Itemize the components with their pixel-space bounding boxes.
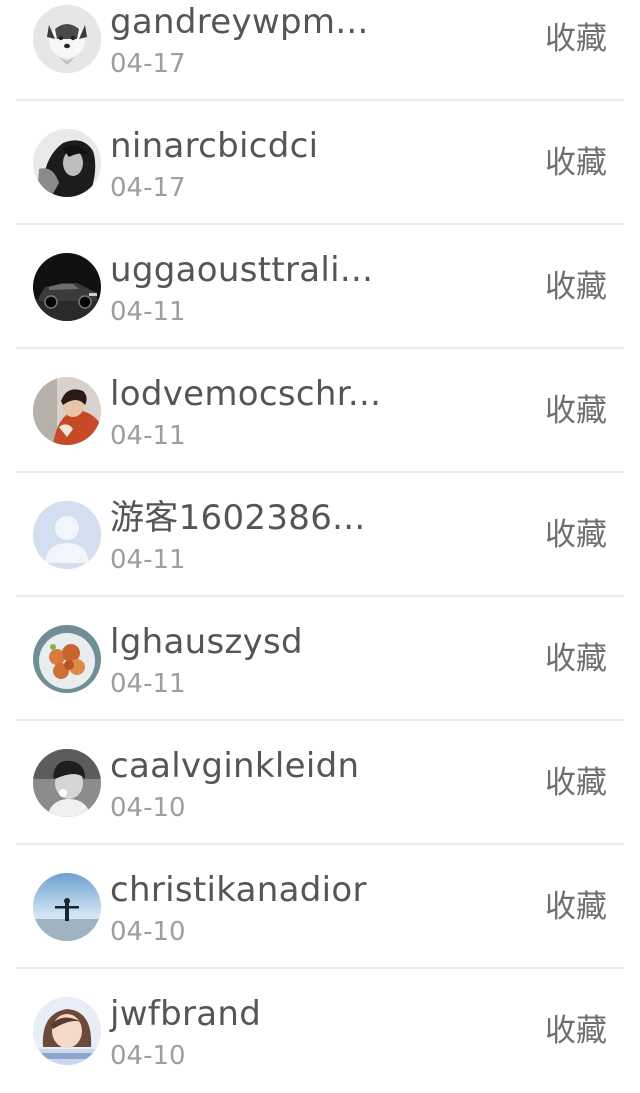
person-avatar[interactable] (33, 377, 101, 445)
user-name[interactable]: gandreywpm... (110, 1, 369, 43)
boy-bw-avatar[interactable] (33, 749, 101, 817)
girl-avatar[interactable] (33, 997, 101, 1065)
item-date: 04-11 (110, 545, 186, 575)
dog-avatar[interactable] (33, 5, 101, 73)
item-date: 04-11 (110, 421, 186, 451)
item-date: 04-11 (110, 297, 186, 327)
item-date: 04-10 (110, 1041, 186, 1071)
user-name[interactable]: jwfbrand (110, 993, 261, 1035)
list-item[interactable]: 游客1602386... 04-11 收藏 (0, 473, 640, 597)
favorite-button[interactable]: 收藏 (545, 515, 607, 555)
sky-figure-avatar[interactable] (33, 873, 101, 941)
favorite-button[interactable]: 收藏 (545, 763, 607, 803)
car-avatar[interactable] (33, 253, 101, 321)
list-item[interactable]: uggaousttrali... 04-11 收藏 (0, 225, 640, 349)
list-item[interactable]: ninarcbicdci 04-17 收藏 (0, 101, 640, 225)
user-name[interactable]: lodvemocschr... (110, 373, 381, 415)
item-date: 04-10 (110, 793, 186, 823)
item-date: 04-10 (110, 917, 186, 947)
list-item[interactable]: caalvginkleidn 04-10 收藏 (0, 721, 640, 845)
favorite-button[interactable]: 收藏 (545, 391, 607, 431)
food-avatar[interactable] (33, 625, 101, 693)
favorite-button[interactable]: 收藏 (545, 143, 607, 183)
list-item[interactable]: lghauszysd 04-11 收藏 (0, 597, 640, 721)
favorite-button[interactable]: 收藏 (545, 19, 607, 59)
user-name[interactable]: uggaousttrali... (110, 249, 373, 291)
user-name[interactable]: christikanadior (110, 869, 367, 911)
list-item[interactable]: gandreywpm... 04-17 收藏 (0, 0, 640, 101)
user-name[interactable]: caalvginkleidn (110, 745, 359, 787)
favorite-button[interactable]: 收藏 (545, 267, 607, 307)
follower-list: gandreywpm... 04-17 收藏 ninarcbicdci 04-1… (0, 0, 640, 1093)
user-name[interactable]: ninarcbicdci (110, 125, 318, 167)
favorite-button[interactable]: 收藏 (545, 887, 607, 927)
list-item[interactable]: christikanadior 04-10 收藏 (0, 845, 640, 969)
user-name[interactable]: lghauszysd (110, 621, 303, 663)
user-name[interactable]: 游客1602386... (110, 497, 365, 539)
list-item[interactable]: jwfbrand 04-10 收藏 (0, 969, 640, 1093)
woman-bw-avatar[interactable] (33, 129, 101, 197)
item-date: 04-11 (110, 669, 186, 699)
list-item[interactable]: lodvemocschr... 04-11 收藏 (0, 349, 640, 473)
favorite-button[interactable]: 收藏 (545, 1011, 607, 1051)
item-date: 04-17 (110, 173, 186, 203)
default-avatar[interactable] (33, 501, 101, 569)
favorite-button[interactable]: 收藏 (545, 639, 607, 679)
item-date: 04-17 (110, 49, 186, 79)
